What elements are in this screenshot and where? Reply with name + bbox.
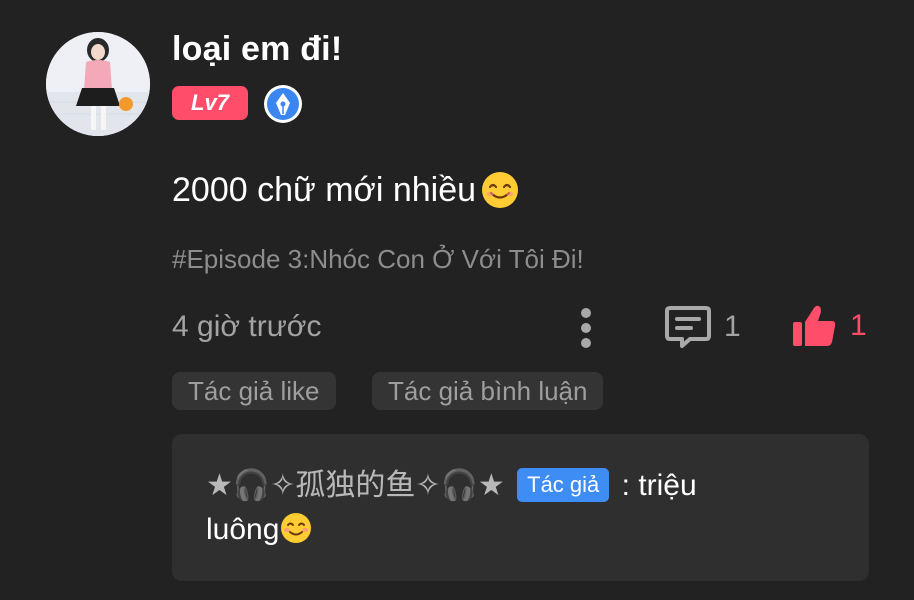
avatar-image: [46, 32, 150, 136]
comment-button[interactable]: 1: [664, 304, 741, 350]
reply-text-part2: luông: [206, 513, 280, 546]
comment-count: 1: [724, 310, 741, 343]
reply-author-name[interactable]: ★🎧✧孤独的鱼✧🎧★: [206, 469, 505, 502]
reply-separator: :: [621, 469, 630, 502]
more-dot: [581, 323, 591, 333]
reply-text-part1: triệu: [638, 469, 697, 502]
thumbs-up-icon: [793, 305, 836, 346]
post-content: 2000 chữ mới nhiều: [172, 170, 520, 210]
reply-text: ★🎧✧孤独的鱼✧🎧★ Tác giả : triệu luông: [206, 464, 826, 552]
avatar[interactable]: [46, 32, 150, 136]
smiling-face-emoji-icon: [482, 172, 519, 208]
author-tag-badge: Tác giả: [517, 468, 610, 502]
blushing-face-emoji-icon: [281, 513, 312, 543]
like-count: 1: [850, 309, 867, 342]
more-dot: [581, 338, 591, 348]
post-text: 2000 chữ mới nhiều: [172, 170, 477, 209]
like-button[interactable]: 1: [790, 302, 867, 350]
author-reply-box[interactable]: ★🎧✧孤独的鱼✧🎧★ Tác giả : triệu luông: [172, 434, 869, 581]
writer-badge-icon: [262, 83, 304, 125]
more-options-button[interactable]: [572, 306, 600, 350]
more-dot: [581, 308, 591, 318]
username[interactable]: loại em đi!: [172, 30, 342, 69]
author-liked-tag: Tác giả like: [172, 372, 336, 410]
author-replied-tag: Tác giả bình luận: [372, 372, 604, 410]
level-badge: Lv7: [172, 86, 248, 120]
episode-topic-link[interactable]: #Episode 3:Nhóc Con Ở Với Tôi Đi!: [172, 244, 584, 275]
post-time: 4 giờ trước: [172, 310, 322, 343]
comment-icon: [665, 306, 711, 348]
